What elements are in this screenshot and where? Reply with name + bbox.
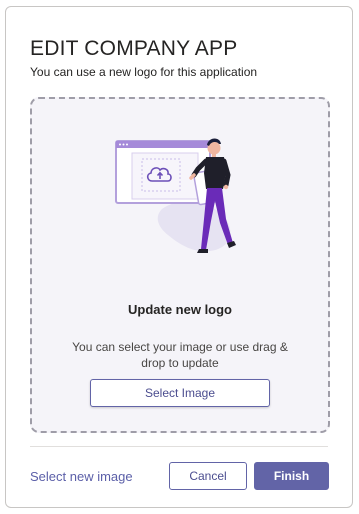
select-image-button[interactable]: Select Image [90, 379, 270, 407]
dropzone-heading: Update new logo [128, 302, 232, 317]
logo-drop-zone[interactable]: Update new logo You can select your imag… [30, 97, 330, 433]
edit-company-app-dialog: EDIT COMPANY APP You can use a new logo … [5, 6, 353, 508]
footer-divider [30, 446, 328, 447]
finish-button[interactable]: Finish [254, 462, 329, 490]
select-new-image-link[interactable]: Select new image [30, 469, 133, 484]
dialog-title: EDIT COMPANY APP [30, 37, 238, 60]
dropzone-description: You can select your image or use drag & … [72, 340, 288, 370]
cancel-button[interactable]: Cancel [169, 462, 247, 490]
upload-illustration [115, 138, 236, 253]
dialog-subtitle: You can use a new logo for this applicat… [30, 65, 258, 79]
